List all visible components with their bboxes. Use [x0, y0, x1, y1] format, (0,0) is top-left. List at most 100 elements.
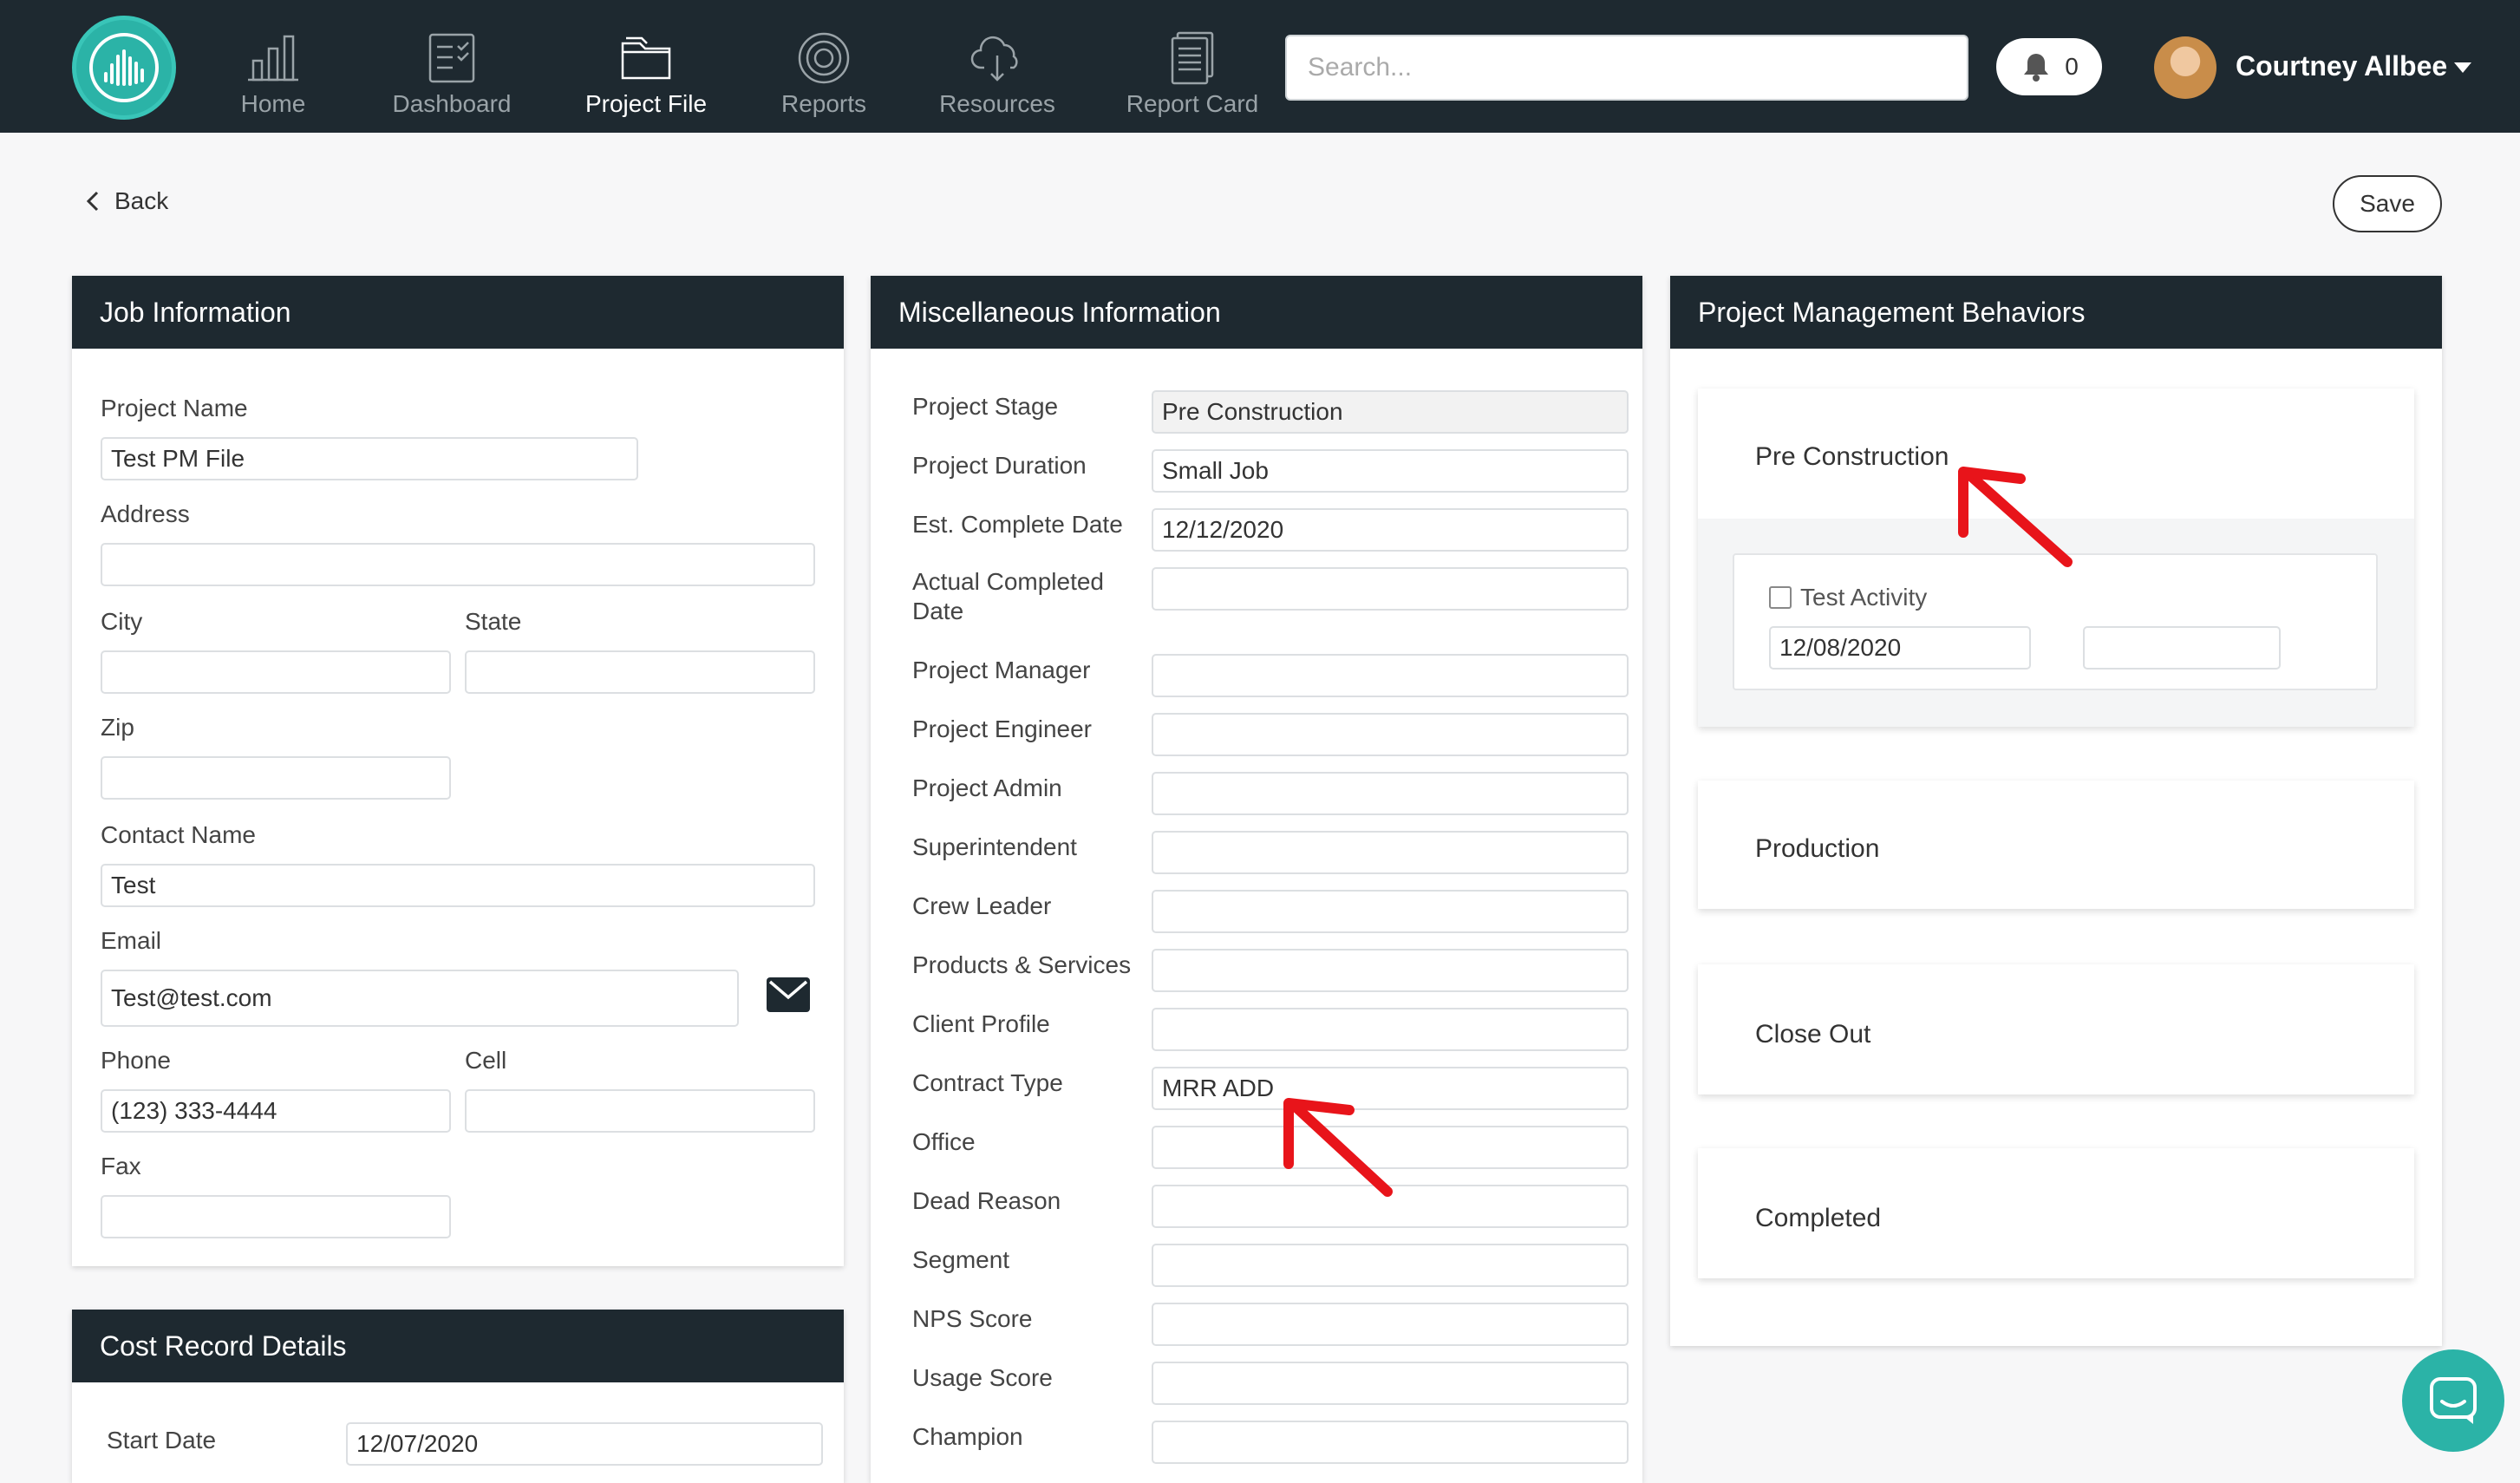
bell-icon	[2024, 54, 2049, 82]
segment-field[interactable]	[1152, 1244, 1629, 1287]
job-information-panel: Job Information Project Name Test PM Fil…	[72, 276, 844, 1266]
field-label: Champion	[912, 1423, 1023, 1450]
project-manager-field[interactable]	[1152, 654, 1629, 697]
city-label: City	[101, 608, 143, 635]
project-admin-field[interactable]	[1152, 772, 1629, 815]
cell-label: Cell	[465, 1047, 507, 1074]
save-button[interactable]: Save	[2333, 175, 2442, 232]
field-label: Project Stage	[912, 393, 1059, 420]
start-date-value: 12/07/2020	[356, 1430, 479, 1457]
activity-card: Test Activity 12/08/2020	[1733, 553, 2378, 690]
email-value: Test@test.com	[111, 984, 272, 1011]
phone-label: Phone	[101, 1047, 171, 1074]
est-complete-date-field[interactable]: 12/12/2020	[1152, 508, 1629, 552]
user-name[interactable]: Courtney Allbee	[2236, 50, 2447, 82]
annotation-arrow-icon	[1958, 467, 2073, 567]
logo-icon	[89, 33, 159, 102]
panel-title: Miscellaneous Information	[871, 276, 1642, 349]
chat-launcher[interactable]	[2402, 1349, 2504, 1452]
nav-resources-label: Resources	[939, 90, 1055, 117]
chevron-down-icon[interactable]	[2454, 62, 2471, 73]
zip-field[interactable]	[101, 756, 451, 800]
project-name-value: Test PM File	[111, 445, 245, 472]
state-field[interactable]	[465, 650, 815, 694]
field-label: Office	[912, 1128, 976, 1155]
envelope-icon[interactable]	[766, 977, 811, 1013]
fax-label: Fax	[101, 1153, 141, 1179]
panel-title: Cost Record Details	[72, 1310, 844, 1382]
chevron-left-icon	[86, 191, 99, 212]
champion-field[interactable]	[1152, 1421, 1629, 1464]
products-services-field[interactable]	[1152, 949, 1629, 992]
field-label: Segment	[912, 1246, 1010, 1273]
nav-dashboard-label: Dashboard	[392, 90, 512, 117]
cell-field[interactable]	[465, 1089, 815, 1133]
project-name-field[interactable]: Test PM File	[101, 437, 638, 480]
project-name-label: Project Name	[101, 395, 248, 421]
notifications-button[interactable]: 0	[1996, 38, 2102, 95]
panel-title: Project Management Behaviors	[1670, 276, 2442, 349]
target-icon	[798, 32, 850, 84]
start-date-label: Start Date	[107, 1427, 217, 1454]
top-navbar: Home Dashboard Project File Reports Reso…	[0, 0, 2520, 133]
field-label: Superintendent	[912, 833, 1077, 860]
nav-dashboard[interactable]: Dashboard	[387, 29, 517, 125]
stage-title: Completed	[1755, 1204, 1882, 1232]
chat-icon	[2430, 1377, 2477, 1424]
actual-completed-date-field[interactable]	[1152, 567, 1629, 611]
avatar[interactable]	[2154, 36, 2216, 99]
phone-field[interactable]: (123) 333-4444	[101, 1089, 451, 1133]
notifications-count: 0	[2065, 53, 2079, 80]
annotation-arrow-icon	[1283, 1098, 1393, 1197]
misc-information-panel: Miscellaneous Information Project Stage …	[871, 276, 1642, 1483]
stage-card-production[interactable]: Production	[1698, 781, 2414, 909]
city-field[interactable]	[101, 650, 451, 694]
field-value: MRR ADD	[1162, 1075, 1275, 1101]
nav-resources[interactable]: Resources	[939, 29, 1055, 125]
app-logo[interactable]	[72, 16, 176, 120]
project-duration-field[interactable]: Small Job	[1152, 449, 1629, 493]
superintendent-field[interactable]	[1152, 831, 1629, 874]
activity-checkbox[interactable]	[1769, 586, 1792, 609]
activity-label: Test Activity	[1800, 584, 1928, 611]
usage-score-field[interactable]	[1152, 1362, 1629, 1405]
nav-report-card[interactable]: Report Card	[1126, 29, 1259, 125]
contact-name-field[interactable]: Test	[101, 864, 815, 907]
back-label: Back	[114, 187, 169, 214]
stage-card-close-out[interactable]: Close Out	[1698, 964, 2414, 1094]
field-label: Project Duration	[912, 452, 1087, 479]
stage-card-completed[interactable]: Completed	[1698, 1148, 2414, 1278]
field-label: Project Engineer	[912, 715, 1093, 742]
project-stage-field[interactable]: Pre Construction	[1152, 390, 1629, 434]
crew-leader-field[interactable]	[1152, 890, 1629, 933]
address-label: Address	[101, 500, 190, 527]
search-input[interactable]: Search...	[1285, 35, 1968, 101]
stage-title: Production	[1755, 834, 1880, 863]
nav-report-card-label: Report Card	[1126, 90, 1259, 117]
start-date-field[interactable]: 12/07/2020	[346, 1422, 823, 1466]
nav-home[interactable]: Home	[227, 29, 319, 125]
nps-score-field[interactable]	[1152, 1303, 1629, 1346]
panel-title: Job Information	[72, 276, 844, 349]
field-label: NPS Score	[912, 1305, 1033, 1332]
address-field[interactable]	[101, 543, 815, 586]
contact-name-label: Contact Name	[101, 821, 256, 848]
nav-reports[interactable]: Reports	[775, 29, 872, 125]
project-engineer-field[interactable]	[1152, 713, 1629, 756]
nav-reports-label: Reports	[780, 90, 867, 117]
back-link[interactable]: Back	[83, 187, 168, 215]
fax-field[interactable]	[101, 1195, 451, 1238]
field-label: Actual Completed Date	[912, 568, 1105, 624]
cost-record-panel: Cost Record Details Start Date 12/07/202…	[72, 1310, 844, 1483]
client-profile-field[interactable]	[1152, 1008, 1629, 1051]
phone-value: (123) 333-4444	[111, 1097, 277, 1124]
activity-second-field[interactable]	[2083, 626, 2281, 670]
field-label: Products & Services	[912, 951, 1132, 978]
nav-project-file-label: Project File	[584, 90, 708, 117]
nav-project-file[interactable]: Project File	[583, 29, 709, 125]
activity-date-field[interactable]: 12/08/2020	[1769, 626, 2031, 670]
cloud-download-icon	[970, 36, 1018, 82]
field-value: Small Job	[1162, 457, 1269, 484]
email-field[interactable]: Test@test.com	[101, 970, 739, 1027]
clipboard-icon	[428, 33, 475, 83]
